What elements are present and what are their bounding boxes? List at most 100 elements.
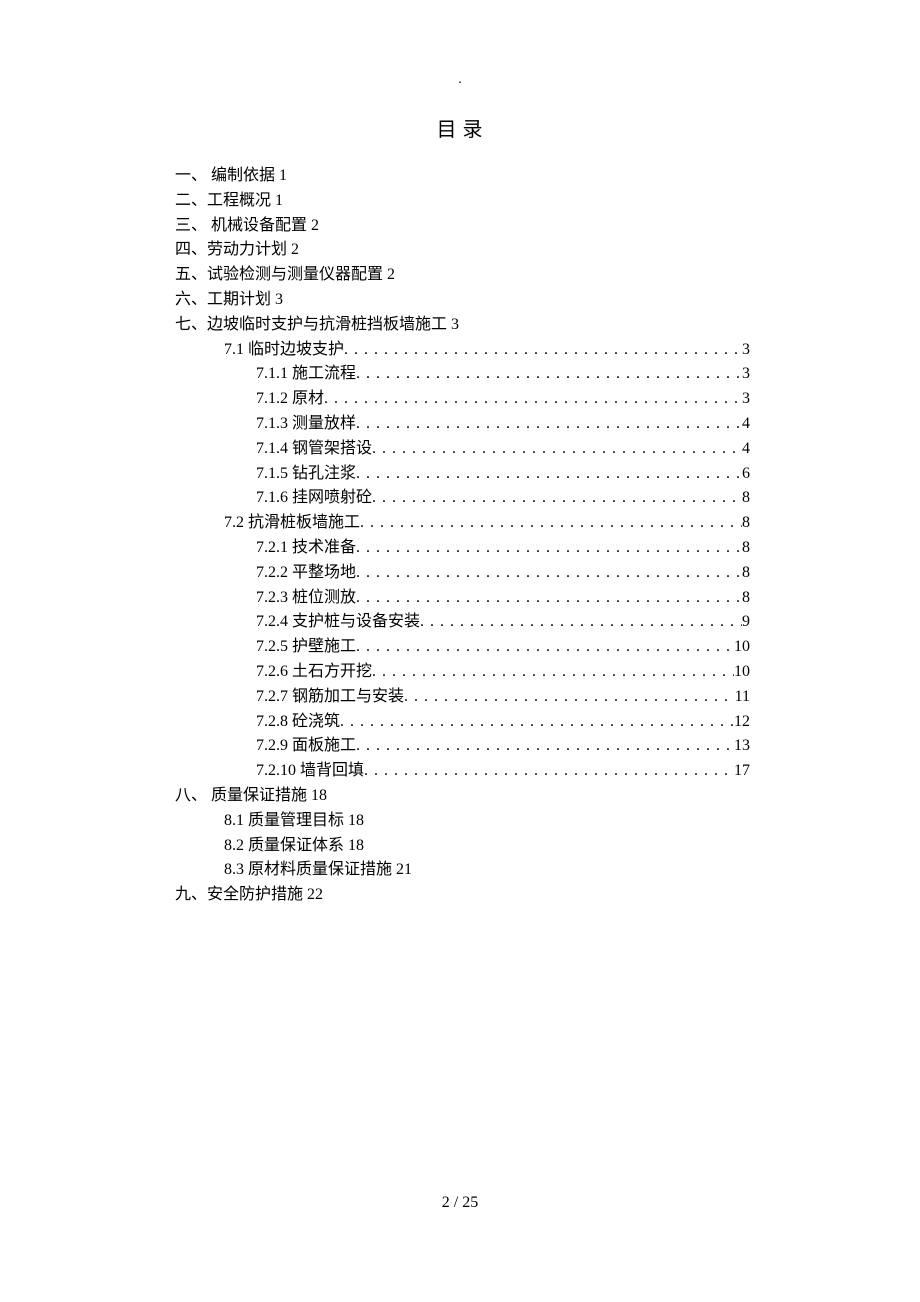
top-marker: . — [0, 72, 920, 88]
toc-entry-label: 7.2.10 墙背回填 — [256, 759, 364, 784]
toc-entry-label: 八、 质量保证措施 18 — [175, 784, 327, 809]
toc-leader-dots: . . . . . . . . . . . . . . . . . . . . … — [356, 536, 742, 561]
toc-entry-page: 6 — [742, 462, 750, 487]
toc-entry-label: 7.2.3 桩位测放 — [256, 586, 356, 611]
toc-entry: 四、劳动力计划 2 — [175, 238, 750, 263]
toc-entry-label: 7.1.2 原材 — [256, 387, 324, 412]
toc-entry-label: 7.1 临时边坡支护 — [224, 338, 344, 363]
toc-entry-page: 8 — [742, 486, 750, 511]
toc-entry-page: 4 — [742, 412, 750, 437]
toc-entry: 7.1.3 测量放样. . . . . . . . . . . . . . . … — [175, 412, 750, 437]
toc-entry: 7.2 抗滑桩板墙施工. . . . . . . . . . . . . . .… — [175, 511, 750, 536]
toc-entry-page: 4 — [742, 437, 750, 462]
toc-leader-dots: . . . . . . . . . . . . . . . . . . . . … — [420, 610, 742, 635]
toc-entry-label: 7.2.9 面板施工 — [256, 734, 356, 759]
toc-entry: 8.1 质量管理目标 18 — [175, 809, 750, 834]
toc-leader-dots: . . . . . . . . . . . . . . . . . . . . … — [356, 586, 742, 611]
toc-entry: 7.1.2 原材. . . . . . . . . . . . . . . . … — [175, 387, 750, 412]
toc-entry: 7.1.4 钢管架搭设. . . . . . . . . . . . . . .… — [175, 437, 750, 462]
toc-leader-dots: . . . . . . . . . . . . . . . . . . . . … — [360, 511, 742, 536]
toc-entry-label: 7.2 抗滑桩板墙施工 — [224, 511, 360, 536]
toc-entry-label: 九、安全防护措施 22 — [175, 883, 323, 908]
toc-entry-label: 二、工程概况 1 — [175, 189, 283, 214]
toc-entry: 二、工程概况 1 — [175, 189, 750, 214]
toc-entry-page: 8 — [742, 536, 750, 561]
toc-leader-dots: . . . . . . . . . . . . . . . . . . . . … — [372, 486, 742, 511]
toc-leader-dots: . . . . . . . . . . . . . . . . . . . . … — [356, 462, 742, 487]
toc-entry: 八、 质量保证措施 18 — [175, 784, 750, 809]
toc-entry: 7.2.4 支护桩与设备安装. . . . . . . . . . . . . … — [175, 610, 750, 635]
toc-entry-label: 一、 编制依据 1 — [175, 164, 287, 189]
toc-entry: 7.2.6 土石方开挖. . . . . . . . . . . . . . .… — [175, 660, 750, 685]
toc-entry: 一、 编制依据 1 — [175, 164, 750, 189]
toc-leader-dots: . . . . . . . . . . . . . . . . . . . . … — [364, 759, 734, 784]
toc-entry: 六、工期计划 3 — [175, 288, 750, 313]
toc-leader-dots: . . . . . . . . . . . . . . . . . . . . … — [324, 387, 742, 412]
toc-entry: 7.2.1 技术准备. . . . . . . . . . . . . . . … — [175, 536, 750, 561]
toc-entry: 7.2.2 平整场地. . . . . . . . . . . . . . . … — [175, 561, 750, 586]
toc-entry: 7.2.7 钢筋加工与安装. . . . . . . . . . . . . .… — [175, 685, 750, 710]
toc-entry-label: 8.3 原材料质量保证措施 21 — [224, 858, 412, 883]
page-container: 目录 一、 编制依据 1二、工程概况 1三、 机械设备配置 2四、劳动力计划 2… — [0, 0, 920, 908]
toc-entry: 7.1.5 钻孔注浆. . . . . . . . . . . . . . . … — [175, 462, 750, 487]
toc-leader-dots: . . . . . . . . . . . . . . . . . . . . … — [372, 660, 734, 685]
toc-entry-page: 8 — [742, 561, 750, 586]
toc-entry: 7.2.3 桩位测放. . . . . . . . . . . . . . . … — [175, 586, 750, 611]
toc-entry: 7.2.10 墙背回填. . . . . . . . . . . . . . .… — [175, 759, 750, 784]
toc-entry-label: 三、 机械设备配置 2 — [175, 214, 319, 239]
toc-entry-label: 7.2.6 土石方开挖 — [256, 660, 372, 685]
toc-leader-dots: . . . . . . . . . . . . . . . . . . . . … — [344, 338, 742, 363]
toc-leader-dots: . . . . . . . . . . . . . . . . . . . . … — [356, 412, 742, 437]
toc-entry-label: 7.2.5 护壁施工 — [256, 635, 356, 660]
toc-entry-page: 10 — [734, 635, 750, 660]
toc-entry-label: 8.2 质量保证体系 18 — [224, 834, 364, 859]
toc-leader-dots: . . . . . . . . . . . . . . . . . . . . … — [356, 734, 734, 759]
toc-entry-label: 7.1.4 钢管架搭设 — [256, 437, 372, 462]
toc-entry-page: 8 — [742, 586, 750, 611]
toc-entry: 7.1 临时边坡支护. . . . . . . . . . . . . . . … — [175, 338, 750, 363]
toc-entry-label: 7.1.5 钻孔注浆 — [256, 462, 356, 487]
toc-title: 目录 — [175, 115, 750, 146]
toc-list: 一、 编制依据 1二、工程概况 1三、 机械设备配置 2四、劳动力计划 2五、试… — [175, 164, 750, 908]
toc-entry-label: 7.2.2 平整场地 — [256, 561, 356, 586]
toc-entry-page: 11 — [735, 685, 750, 710]
toc-entry: 三、 机械设备配置 2 — [175, 214, 750, 239]
toc-leader-dots: . . . . . . . . . . . . . . . . . . . . … — [340, 710, 734, 735]
toc-leader-dots: . . . . . . . . . . . . . . . . . . . . … — [372, 437, 742, 462]
toc-entry: 七、边坡临时支护与抗滑桩挡板墙施工 3 — [175, 313, 750, 338]
toc-leader-dots: . . . . . . . . . . . . . . . . . . . . … — [356, 635, 734, 660]
toc-entry-page: 3 — [742, 362, 750, 387]
toc-entry: 7.2.9 面板施工. . . . . . . . . . . . . . . … — [175, 734, 750, 759]
toc-entry: 7.1.1 施工流程. . . . . . . . . . . . . . . … — [175, 362, 750, 387]
toc-entry: 五、试验检测与测量仪器配置 2 — [175, 263, 750, 288]
toc-entry-label: 7.1.1 施工流程 — [256, 362, 356, 387]
toc-entry-label: 7.2.7 钢筋加工与安装 — [256, 685, 404, 710]
toc-entry-label: 7.2.1 技术准备 — [256, 536, 356, 561]
toc-entry-page: 17 — [734, 759, 750, 784]
toc-entry-page: 8 — [742, 511, 750, 536]
toc-entry-label: 7.1.6 挂网喷射砼 — [256, 486, 372, 511]
toc-entry-label: 七、边坡临时支护与抗滑桩挡板墙施工 3 — [175, 313, 459, 338]
toc-leader-dots: . . . . . . . . . . . . . . . . . . . . … — [356, 362, 742, 387]
toc-entry-page: 12 — [734, 710, 750, 735]
toc-entry-page: 3 — [742, 387, 750, 412]
toc-leader-dots: . . . . . . . . . . . . . . . . . . . . … — [404, 685, 735, 710]
toc-entry: 8.2 质量保证体系 18 — [175, 834, 750, 859]
toc-entry: 8.3 原材料质量保证措施 21 — [175, 858, 750, 883]
toc-entry-label: 7.1.3 测量放样 — [256, 412, 356, 437]
toc-entry-page: 13 — [734, 734, 750, 759]
toc-entry-page: 3 — [742, 338, 750, 363]
toc-entry-label: 8.1 质量管理目标 18 — [224, 809, 364, 834]
toc-entry-label: 7.2.8 砼浇筑 — [256, 710, 340, 735]
toc-entry-label: 五、试验检测与测量仪器配置 2 — [175, 263, 395, 288]
toc-entry-page: 10 — [734, 660, 750, 685]
toc-entry-label: 六、工期计划 3 — [175, 288, 283, 313]
toc-entry-label: 四、劳动力计划 2 — [175, 238, 299, 263]
toc-entry-label: 7.2.4 支护桩与设备安装 — [256, 610, 420, 635]
toc-leader-dots: . . . . . . . . . . . . . . . . . . . . … — [356, 561, 742, 586]
toc-entry: 7.1.6 挂网喷射砼. . . . . . . . . . . . . . .… — [175, 486, 750, 511]
toc-entry: 7.2.5 护壁施工. . . . . . . . . . . . . . . … — [175, 635, 750, 660]
toc-entry: 九、安全防护措施 22 — [175, 883, 750, 908]
page-footer: 2 / 25 — [0, 1194, 920, 1212]
toc-entry-page: 9 — [742, 610, 750, 635]
